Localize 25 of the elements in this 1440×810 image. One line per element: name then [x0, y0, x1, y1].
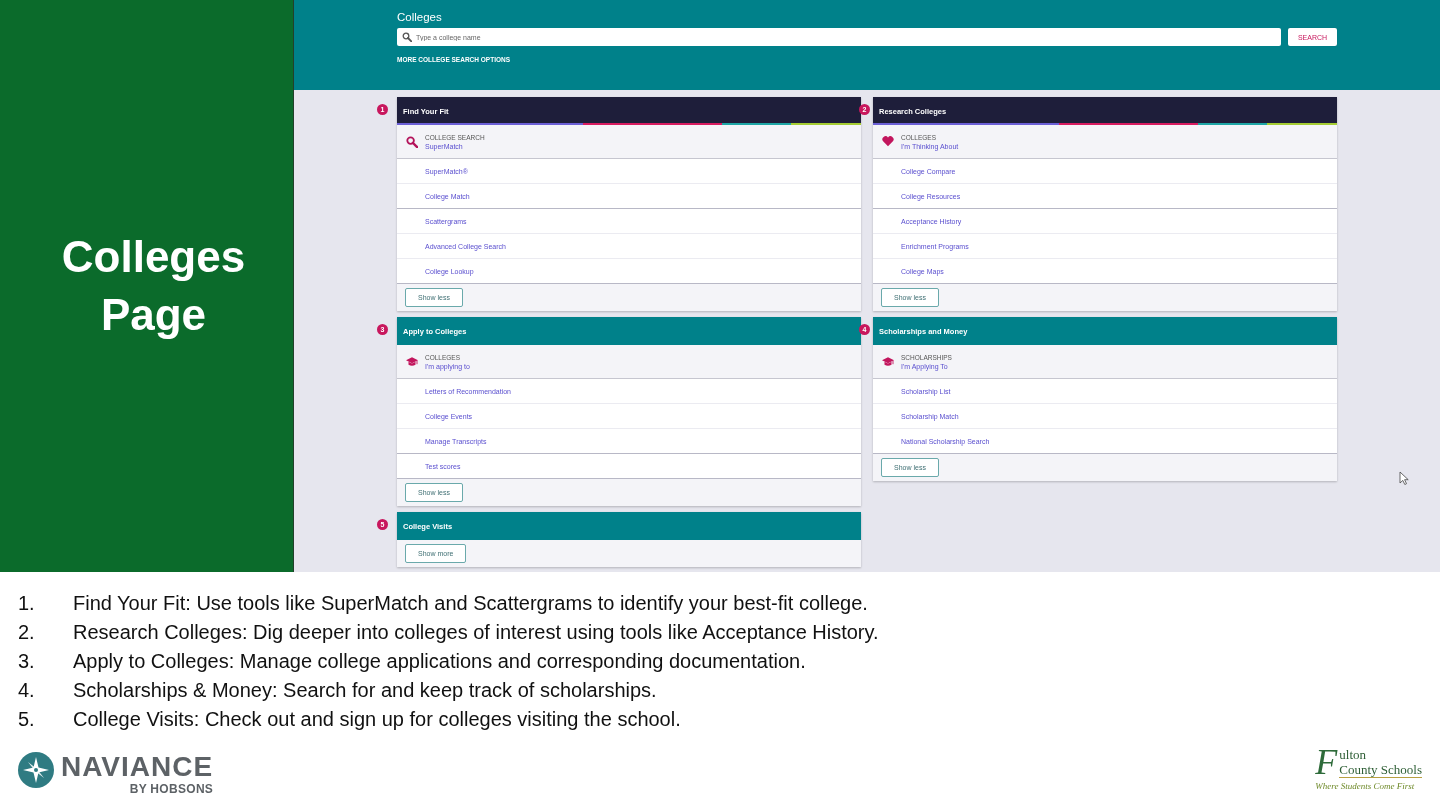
logo-name: ulton — [1339, 748, 1367, 762]
note-text: Apply to Colleges: Manage college applications and corresponding documentation. — [73, 650, 806, 673]
logo-initial: F — [1315, 744, 1338, 780]
page-title: Colleges — [397, 10, 442, 24]
logo-name: County Schools — [1339, 762, 1422, 778]
graduation-cap-icon — [406, 356, 418, 367]
note-text: Find Your Fit: Use tools like SuperMatch and Scattergrams to identify your best-fit college. — [73, 592, 868, 615]
slide-title: Colleges Page — [60, 231, 247, 341]
logo-tagline: Where Students Come First — [1315, 781, 1415, 792]
note-text: College Visits: Check out and sign up for colleges visiting the school. — [73, 708, 681, 731]
list-number: 1. — [18, 592, 36, 615]
brand-byline: BY HOBSONS — [129, 782, 214, 796]
brand-name: NAVIANCE — [61, 752, 214, 782]
list-number: 4. — [18, 679, 36, 702]
list-number: 5. — [18, 708, 36, 731]
search-icon — [402, 32, 412, 42]
graduation-cap-icon — [882, 356, 894, 367]
mouse-pointer-icon — [1399, 471, 1409, 485]
heart-icon — [882, 136, 894, 147]
note-text: Research Colleges: Dig deeper into colleges of interest using tools like Acceptance History. — [73, 621, 879, 644]
list-number: 3. — [18, 650, 36, 673]
compass-logo-icon — [18, 752, 54, 788]
search-icon — [406, 135, 418, 148]
list-number: 2. — [18, 621, 36, 644]
note-text: Scholarships & Money: Search for and keep track of scholarships. — [73, 679, 657, 702]
